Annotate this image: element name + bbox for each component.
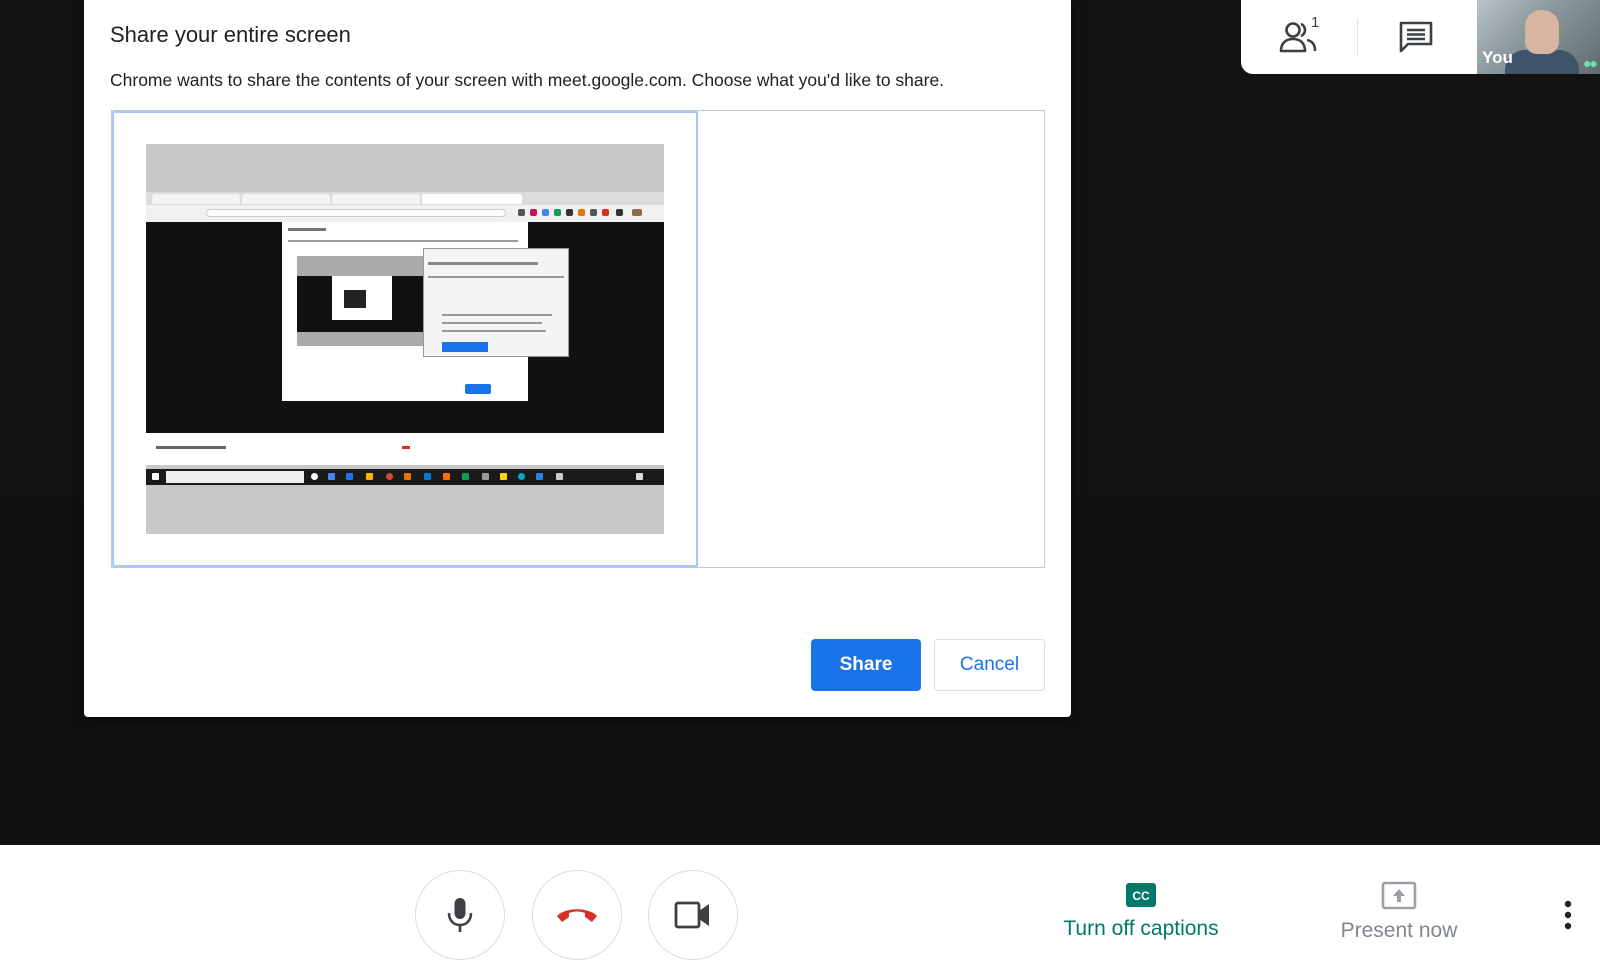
thumb-tab [332, 194, 420, 204]
thumb-text [288, 240, 518, 242]
closed-captions-icon: CC [1126, 883, 1156, 907]
thumb-tab [242, 194, 330, 204]
svg-text:CC: CC [1132, 889, 1150, 903]
thumb-text [428, 262, 538, 265]
captions-label: Turn off captions [1063, 917, 1219, 940]
thumb-text [402, 446, 410, 449]
thumb-taskbar-icon [328, 473, 335, 480]
share-button[interactable]: Share [811, 639, 921, 691]
thumb-text [156, 446, 226, 449]
dialog-description: Chrome wants to share the contents of yo… [110, 70, 945, 90]
hang-up-icon [557, 909, 597, 922]
thumb-taskbar-icon [404, 473, 411, 480]
thumb-extension [578, 209, 585, 216]
thumb-text [442, 322, 542, 324]
thumb-extension [554, 209, 561, 216]
thumb-extension [632, 209, 642, 216]
present-screen-icon [1381, 881, 1417, 910]
self-video-tile[interactable]: You ●● [1477, 0, 1600, 74]
thumb-taskbar-icon [518, 473, 525, 480]
camera-button[interactable] [648, 870, 738, 960]
thumb-text [288, 228, 326, 231]
thumb-taskbar-icon [536, 473, 543, 480]
dialog-title: Share your entire screen [110, 22, 351, 47]
hang-up-button[interactable] [532, 870, 622, 960]
participant-count: 1 [1311, 14, 1320, 31]
thumb-taskbar-icon [482, 473, 489, 480]
more-options-icon [1564, 900, 1572, 930]
screen-thumbnail [146, 144, 664, 534]
thumb-meet-controls [146, 433, 664, 465]
thumb-extension [518, 209, 525, 216]
thumb-nested-thumb [344, 290, 366, 308]
screen-source-list [111, 110, 1045, 568]
thumb-extension [542, 209, 549, 216]
thumb-text [428, 276, 564, 278]
thumb-taskbar-icon [424, 473, 431, 480]
thumb-taskbar-icon [636, 473, 643, 480]
thumb-taskbar-icon [346, 473, 353, 480]
thumb-taskbar-search [166, 471, 304, 483]
chat-button[interactable] [1358, 0, 1474, 74]
self-video-face [1525, 10, 1559, 54]
screen-source-item[interactable] [112, 111, 698, 567]
top-panel: 1 [1241, 0, 1477, 74]
present-now-button[interactable]: Present now [1322, 870, 1476, 960]
cancel-button[interactable]: Cancel [934, 639, 1045, 691]
thumb-extension [616, 209, 623, 216]
more-options-button[interactable] [1550, 893, 1586, 937]
thumb-taskbar-icon [443, 473, 450, 480]
thumb-taskbar-icon [462, 473, 469, 480]
thumb-extension [602, 209, 609, 216]
camera-icon [674, 901, 709, 929]
thumb-share-button [465, 384, 491, 394]
thumb-extension [566, 209, 573, 216]
thumb-taskbar-icon [556, 473, 563, 480]
thumb-popup-button [442, 342, 488, 352]
thumb-extension [590, 209, 597, 216]
thumb-taskbar-icon [152, 473, 159, 480]
thumb-taskbar-icon [311, 473, 318, 480]
thumb-tab [152, 194, 240, 204]
audio-indicator-icon: ●● [1583, 55, 1598, 71]
present-now-label: Present now [1340, 919, 1458, 942]
microphone-icon [447, 898, 473, 932]
thumb-taskbar-icon [386, 473, 393, 480]
thumb-text [442, 314, 552, 316]
thumb-address-bar [206, 209, 506, 217]
thumb-extension [530, 209, 537, 216]
captions-button[interactable]: CC Turn off captions [1048, 870, 1234, 960]
thumb-taskbar-icon [366, 473, 373, 480]
thumb-taskbar-icon [500, 473, 507, 480]
thumb-tab [422, 194, 522, 204]
self-label: You [1482, 48, 1513, 67]
share-screen-dialog: Share your entire screen Chrome wants to… [84, 0, 1071, 717]
microphone-button[interactable] [415, 870, 505, 960]
people-button[interactable]: 1 [1241, 0, 1357, 74]
thumb-text [442, 330, 546, 332]
chat-icon [1399, 21, 1433, 53]
